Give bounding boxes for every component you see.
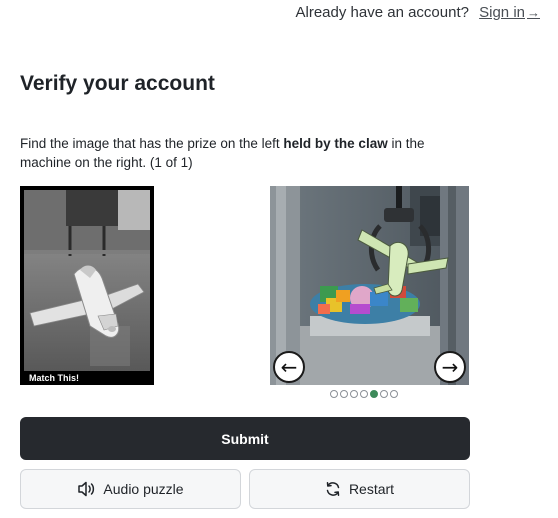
instructions-bold: held by the claw <box>283 136 388 151</box>
carousel-dot-active[interactable] <box>370 390 378 398</box>
arrow-right-small-icon: → <box>527 5 540 20</box>
match-this-label: Match This! <box>26 372 83 384</box>
signin-link-label: Sign in <box>479 4 525 21</box>
target-prize-image <box>20 186 154 385</box>
arrow-right-icon: → <box>441 355 459 379</box>
audio-puzzle-button[interactable]: Audio puzzle <box>20 469 241 509</box>
carousel-dot[interactable] <box>360 390 368 398</box>
instructions-text: Find the image that has the prize on the… <box>20 134 470 172</box>
restart-label: Restart <box>348 481 395 497</box>
carousel-dot[interactable] <box>340 390 348 398</box>
restart-button[interactable]: Restart <box>249 469 470 509</box>
carousel-next-button[interactable]: → <box>434 351 466 383</box>
speaker-icon <box>77 481 95 497</box>
submit-button[interactable]: Submit <box>20 417 470 460</box>
carousel-dot[interactable] <box>380 390 388 398</box>
refresh-icon <box>325 481 341 497</box>
instructions-part1: Find the image that has the prize on the… <box>20 136 284 151</box>
carousel-dot[interactable] <box>350 390 358 398</box>
arrow-left-icon: ← <box>280 355 298 379</box>
signin-prompt-text: Already have an account? <box>295 4 469 21</box>
carousel-pagination <box>330 390 398 398</box>
carousel-dot[interactable] <box>390 390 398 398</box>
signin-prompt: Already have an account? Sign in → <box>296 4 541 21</box>
audio-puzzle-label: Audio puzzle <box>103 481 184 497</box>
signin-link[interactable]: Sign in → <box>479 4 540 21</box>
carousel-dot[interactable] <box>330 390 338 398</box>
target-prize-picture <box>24 190 150 381</box>
page-title: Verify your account <box>20 72 215 95</box>
carousel-prev-button[interactable]: ← <box>273 351 305 383</box>
